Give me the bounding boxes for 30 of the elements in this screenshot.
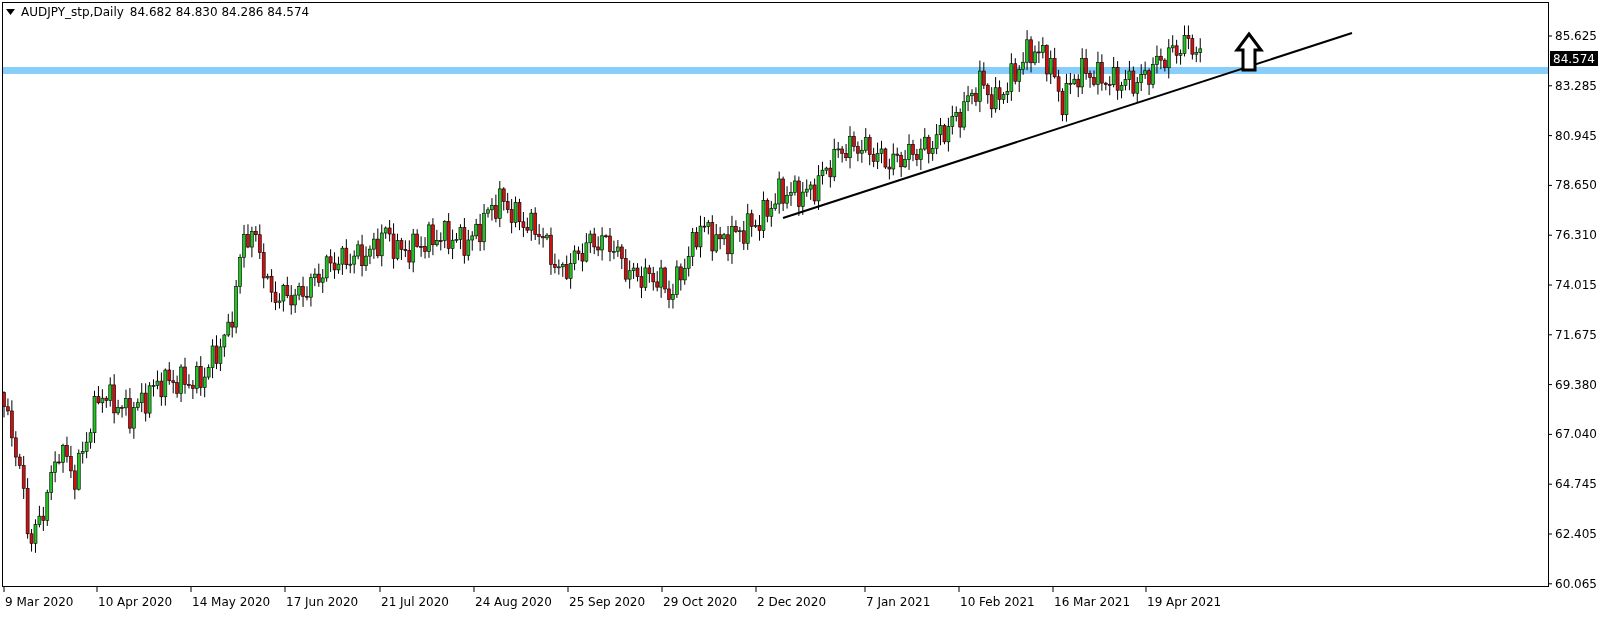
time-axis-label: 10 Feb 2021 [960, 595, 1035, 609]
price-axis-label: 74.015 [1555, 278, 1597, 292]
price-axis-label: 76.310 [1555, 228, 1597, 243]
time-axis-label: 17 Jun 2020 [286, 595, 359, 609]
price-axis-label: 64.745 [1555, 477, 1597, 492]
time-axis-label: 7 Jan 2021 [866, 595, 931, 609]
time-axis-label: 2 Dec 2020 [757, 595, 827, 609]
price-axis-label: 78.650 [1555, 178, 1597, 193]
up-arrow-icon [1234, 31, 1264, 72]
price-axis-label: 60.065 [1555, 576, 1597, 591]
chart-symbol: AUDJPY_stp,Daily [21, 5, 124, 19]
time-axis-label: 25 Sep 2020 [569, 595, 646, 609]
time-axis-label: 29 Oct 2020 [663, 595, 738, 609]
price-axis-label: 67.040 [1555, 427, 1597, 442]
price-axis-label: 85.625 [1555, 29, 1597, 43]
current-price-tag: 84.574 [1550, 51, 1598, 66]
time-axis-label: 16 Mar 2021 [1054, 595, 1131, 609]
time-axis-label: 10 Apr 2020 [98, 595, 173, 609]
time-axis-label: 19 Apr 2021 [1147, 595, 1222, 609]
price-axis-label: 83.285 [1555, 78, 1597, 93]
ohlc-values: 84.682 84.830 84.286 84.574 [129, 5, 310, 19]
time-axis-label: 9 Mar 2020 [5, 595, 74, 609]
time-axis-label: 14 May 2020 [192, 595, 271, 609]
time-axis-label: 24 Aug 2020 [475, 595, 552, 609]
time-axis-label: 21 Jul 2020 [381, 595, 449, 609]
price-axis-label: 62.405 [1555, 527, 1597, 541]
price-axis-label: 71.675 [1555, 327, 1597, 342]
caret-icon[interactable] [6, 9, 15, 15]
price-axis-label: 69.380 [1555, 377, 1597, 392]
price-axis-label: 80.945 [1555, 128, 1597, 143]
